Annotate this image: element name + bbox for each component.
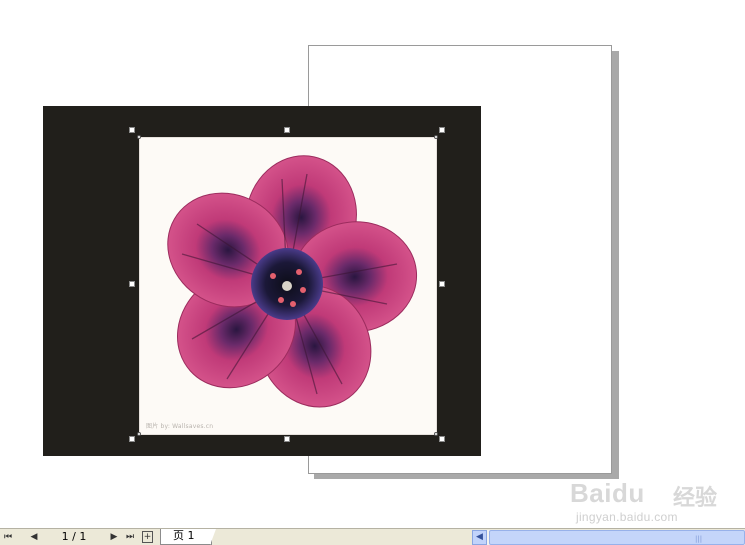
scroll-left-icon[interactable]: ◀ bbox=[472, 530, 487, 545]
baidu-logo: Baidu bbox=[570, 478, 645, 508]
page-counter: 1 / 1 bbox=[61, 530, 87, 543]
first-page-icon[interactable]: ⏮ bbox=[2, 530, 14, 544]
drawing-canvas[interactable]: 图片 by: Wallsaves.cn Baidu 经验 jingyan.bai… bbox=[0, 0, 745, 528]
selection-handle-left[interactable] bbox=[129, 281, 135, 287]
selection-handle-top[interactable] bbox=[284, 127, 290, 133]
selection-handle-bottom-left[interactable] bbox=[129, 436, 135, 442]
selection-handle-top-left[interactable] bbox=[129, 127, 135, 133]
prev-page-icon[interactable]: ◀ bbox=[28, 530, 40, 544]
corner-node-bottom-right[interactable] bbox=[434, 432, 438, 436]
page-tab-label: 页 1 bbox=[173, 529, 195, 542]
baidu-url: jingyan.baidu.com bbox=[576, 510, 678, 524]
tab-page-1[interactable]: 页 1 bbox=[160, 529, 212, 545]
selection-handle-top-right[interactable] bbox=[439, 127, 445, 133]
page-tab-tail bbox=[210, 529, 216, 545]
baidu-logo-cn: 经验 bbox=[673, 486, 718, 511]
selection-handle-bottom[interactable] bbox=[284, 436, 290, 442]
baidu-watermark: Baidu 经验 jingyan.baidu.com bbox=[570, 478, 740, 528]
horizontal-scroll-thumb[interactable]: ||| bbox=[489, 530, 745, 545]
flower-photo[interactable]: 图片 by: Wallsaves.cn bbox=[139, 137, 437, 435]
last-page-icon[interactable]: ⏭ bbox=[124, 530, 136, 544]
corner-node-bottom-left[interactable] bbox=[137, 432, 141, 436]
next-page-icon[interactable]: ▶ bbox=[108, 530, 120, 544]
selection-handle-bottom-right[interactable] bbox=[439, 436, 445, 442]
corner-node-top-right[interactable] bbox=[434, 135, 438, 139]
scroll-grip-icon: ||| bbox=[695, 535, 703, 543]
flower-image bbox=[167, 155, 418, 408]
selection-handle-right[interactable] bbox=[439, 281, 445, 287]
page-navigation-bar: ⏮ ◀ 1 / 1 ▶ ⏭ + 页 1 ◀ ||| bbox=[0, 528, 745, 545]
photo-caption: 图片 by: Wallsaves.cn bbox=[146, 423, 214, 430]
add-page-icon[interactable]: + bbox=[142, 531, 153, 543]
corner-node-top-left[interactable] bbox=[137, 135, 141, 139]
